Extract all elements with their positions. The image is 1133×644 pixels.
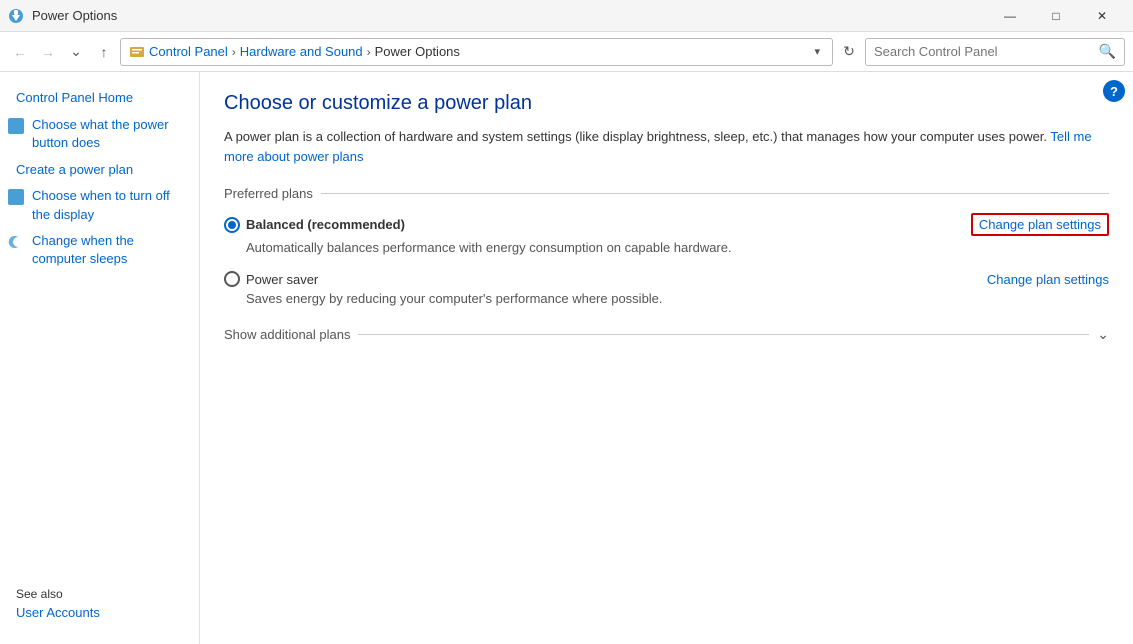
plan-balanced-description: Automatically balances performance with …: [246, 240, 1109, 255]
plans-divider: [321, 193, 1109, 194]
content-area: ? Choose or customize a power plan A pow…: [200, 72, 1133, 644]
plug-icon: [8, 118, 24, 134]
up-button[interactable]: ↑: [92, 40, 116, 64]
dropdown-button[interactable]: ⌄: [64, 40, 88, 64]
plan-power-saver-name-row: Power saver: [224, 271, 318, 287]
window-controls: — □ ✕: [987, 0, 1125, 32]
see-also-label: See also: [16, 587, 183, 601]
search-icon: 🔍: [1099, 43, 1116, 60]
search-box: 🔍: [865, 38, 1125, 66]
sidebar-item-turn-off-display-label: Choose when to turn off the display: [32, 187, 191, 223]
plan-item-power-saver: Power saver Change plan settings Saves e…: [224, 271, 1109, 306]
additional-plans-row: Show additional plans ⌄: [224, 326, 1109, 343]
plans-header-label: Preferred plans: [224, 186, 313, 201]
breadcrumb-power-options: Power Options: [375, 44, 460, 59]
sidebar-item-turn-off-display[interactable]: Choose when to turn off the display: [0, 183, 199, 227]
refresh-button[interactable]: ↻: [837, 40, 861, 64]
sidebar-user-accounts-link[interactable]: User Accounts: [16, 605, 183, 620]
address-box: Control Panel › Hardware and Sound › Pow…: [120, 38, 833, 66]
window-title: Power Options: [32, 8, 117, 23]
change-settings-power-saver-link[interactable]: Change plan settings: [987, 272, 1109, 287]
plan-item-balanced: Balanced (recommended) Change plan setti…: [224, 213, 1109, 255]
forward-button[interactable]: →: [36, 40, 60, 64]
plan-power-saver-label: Power saver: [246, 272, 318, 287]
sidebar-item-control-panel-home[interactable]: Control Panel Home: [0, 84, 199, 112]
breadcrumb-control-panel[interactable]: Control Panel: [149, 44, 228, 59]
plan-power-saver-description: Saves energy by reducing your computer's…: [246, 291, 1109, 306]
app-icon: [8, 8, 24, 24]
preferred-plans-section: Preferred plans Balanced (recommended) C…: [224, 186, 1109, 306]
sidebar-item-power-button-label: Choose what the power button does: [32, 116, 191, 152]
radio-balanced-inner: [228, 221, 236, 229]
page-title: Choose or customize a power plan: [224, 92, 1109, 115]
breadcrumb: Control Panel › Hardware and Sound › Pow…: [129, 44, 806, 60]
breadcrumb-hardware-sound[interactable]: Hardware and Sound: [240, 44, 363, 59]
address-dropdown-button[interactable]: ▾: [810, 45, 824, 58]
moon-icon: [8, 234, 24, 253]
page-description: A power plan is a collection of hardware…: [224, 127, 1109, 166]
sidebar-item-create-plan[interactable]: Create a power plan: [0, 156, 199, 184]
search-input[interactable]: [874, 44, 1099, 59]
back-button[interactable]: ←: [8, 40, 32, 64]
minimize-button[interactable]: —: [987, 0, 1033, 32]
breadcrumb-icon: [129, 44, 145, 60]
additional-plans-divider: [358, 334, 1089, 335]
chevron-down-icon[interactable]: ⌄: [1097, 326, 1109, 343]
radio-power-saver[interactable]: [224, 271, 240, 287]
plan-balanced-row: Balanced (recommended) Change plan setti…: [224, 213, 1109, 236]
sidebar-bottom-section: See also User Accounts: [0, 575, 199, 632]
title-bar: Power Options — □ ✕: [0, 0, 1133, 32]
radio-balanced[interactable]: [224, 217, 240, 233]
help-button[interactable]: ?: [1103, 80, 1125, 102]
plan-balanced-name-row: Balanced (recommended): [224, 217, 405, 233]
sidebar-item-computer-sleeps-label: Change when the computer sleeps: [32, 232, 191, 268]
page-description-text: A power plan is a collection of hardware…: [224, 129, 1047, 144]
plan-power-saver-row: Power saver Change plan settings: [224, 271, 1109, 287]
address-bar: ← → ⌄ ↑ Control Panel › Hardware and Sou…: [0, 32, 1133, 72]
sidebar: Control Panel Home Choose what the power…: [0, 72, 200, 644]
sidebar-item-power-button[interactable]: Choose what the power button does: [0, 112, 199, 156]
plans-header: Preferred plans: [224, 186, 1109, 201]
plan-balanced-label: Balanced (recommended): [246, 217, 405, 232]
additional-plans-label: Show additional plans: [224, 327, 350, 342]
main-layout: Control Panel Home Choose what the power…: [0, 72, 1133, 644]
sidebar-item-computer-sleeps[interactable]: Change when the computer sleeps: [0, 228, 199, 272]
display-plug-icon: [8, 189, 24, 205]
close-button[interactable]: ✕: [1079, 0, 1125, 32]
change-settings-balanced-link[interactable]: Change plan settings: [971, 213, 1109, 236]
maximize-button[interactable]: □: [1033, 0, 1079, 32]
